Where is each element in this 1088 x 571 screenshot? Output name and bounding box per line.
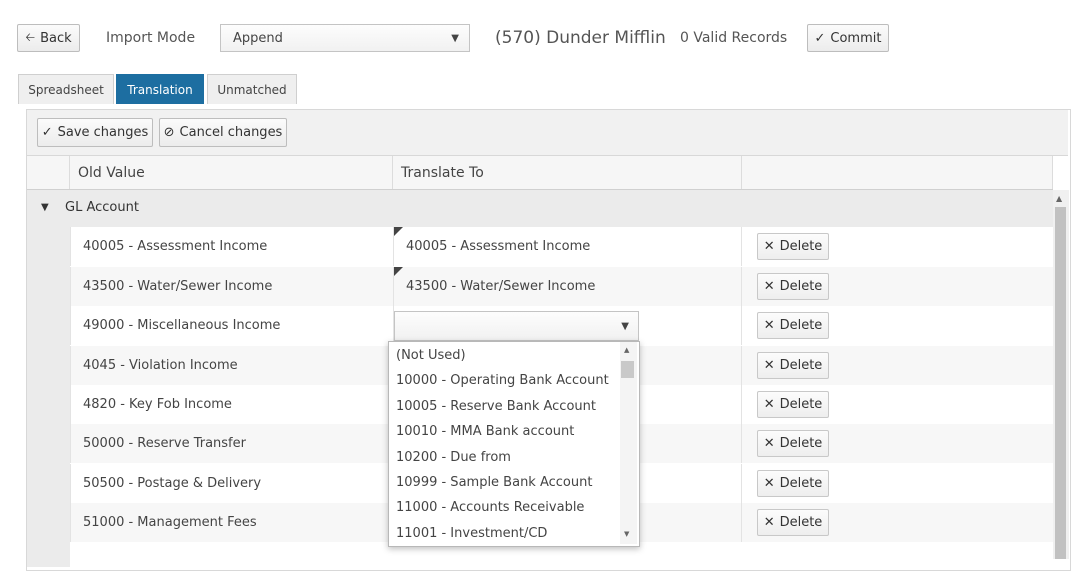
back-button[interactable]: 🡠 Back — [17, 24, 80, 52]
translate-to-header-label: Translate To — [401, 164, 484, 181]
column-header-actions — [742, 156, 1053, 189]
import-mode-select[interactable]: Append ▼ — [220, 24, 470, 52]
action-cell: ✕ Delete — [741, 503, 1053, 542]
action-cell: ✕ Delete — [741, 306, 1053, 345]
x-icon: ✕ — [763, 358, 775, 373]
x-icon: ✕ — [763, 239, 775, 254]
dirty-cell-marker — [394, 267, 403, 276]
commit-button[interactable]: ✓ Commit — [807, 24, 889, 52]
delete-button[interactable]: ✕ Delete — [757, 509, 829, 536]
table-row: 43500 - Water/Sewer Income 43500 - Water… — [70, 267, 1053, 306]
x-icon: ✕ — [763, 515, 775, 530]
delete-label: Delete — [779, 318, 823, 333]
grid-header: Old Value Translate To — [27, 156, 1053, 190]
column-header-old-value[interactable]: Old Value — [70, 156, 393, 189]
delete-button[interactable]: ✕ Delete — [757, 470, 829, 497]
dropdown-option[interactable]: 11000 - Accounts Receivable — [396, 500, 584, 515]
save-changes-label: Save changes — [57, 125, 149, 140]
x-icon: ✕ — [763, 476, 775, 491]
cancel-changes-button[interactable]: ⊘ Cancel changes — [159, 118, 287, 147]
import-mode-value: Append — [233, 30, 283, 46]
table-row: 40005 - Assessment Income 40005 - Assess… — [70, 227, 1053, 266]
action-cell: ✕ Delete — [741, 424, 1053, 463]
header-gutter — [27, 156, 70, 189]
group-gutter — [27, 227, 70, 567]
dropdown-option[interactable]: 10000 - Operating Bank Account — [396, 373, 609, 388]
scroll-down-icon[interactable]: ▼ — [624, 530, 629, 538]
delete-label: Delete — [779, 239, 823, 254]
delete-button[interactable]: ✕ Delete — [757, 352, 829, 379]
chevron-down-icon: ▼ — [451, 33, 459, 44]
old-value-cell: 4045 - Violation Income — [70, 346, 393, 385]
old-value-cell: 4820 - Key Fob Income — [70, 385, 393, 424]
valid-records-count: 0 Valid Records — [680, 30, 788, 46]
column-header-translate-to[interactable]: Translate To — [393, 156, 742, 189]
translate-to-value: 40005 - Assessment Income — [406, 239, 591, 254]
old-value-header-label: Old Value — [78, 164, 145, 181]
delete-button[interactable]: ✕ Delete — [757, 430, 829, 457]
caret-down-icon[interactable]: ▼ — [41, 202, 49, 213]
dirty-cell-marker — [394, 227, 403, 236]
delete-button[interactable]: ✕ Delete — [757, 312, 829, 339]
arrow-left-icon: 🡠 — [25, 29, 36, 44]
chevron-down-icon: ▼ — [621, 321, 629, 332]
group-label: GL Account — [65, 200, 139, 215]
delete-label: Delete — [779, 515, 823, 530]
dropdown-option[interactable]: 11001 - Investment/CD — [396, 526, 547, 541]
dropdown-option[interactable]: (Not Used) — [396, 348, 466, 363]
delete-button[interactable]: ✕ Delete — [757, 391, 829, 418]
translate-to-select[interactable]: ▼ — [394, 311, 639, 341]
group-row-gl-account[interactable]: ▼ GL Account — [27, 190, 1053, 227]
old-value-cell: 43500 - Water/Sewer Income — [70, 267, 393, 306]
delete-button[interactable]: ✕ Delete — [757, 273, 829, 300]
scroll-up-icon[interactable]: ▲ — [1056, 194, 1062, 203]
translate-to-cell[interactable]: 40005 - Assessment Income — [393, 227, 741, 266]
delete-label: Delete — [779, 397, 823, 412]
x-icon: ✕ — [763, 436, 775, 451]
old-value-cell: 49000 - Miscellaneous Income — [70, 306, 393, 345]
commit-button-label: Commit — [830, 30, 882, 46]
cancel-changes-label: Cancel changes — [179, 125, 283, 140]
import-mode-label: Import Mode — [106, 30, 196, 46]
check-icon: ✓ — [41, 125, 53, 140]
dropdown-option[interactable]: 10005 - Reserve Bank Account — [396, 399, 596, 414]
old-value-cell: 40005 - Assessment Income — [70, 227, 393, 266]
translate-to-cell-editing: ▼ — [393, 306, 741, 345]
dropdown-option[interactable]: 10200 - Due from — [396, 450, 511, 465]
table-row: 49000 - Miscellaneous Income ▼ ✕ Delete — [70, 306, 1053, 345]
tab-spreadsheet[interactable]: Spreadsheet — [18, 74, 114, 104]
delete-button[interactable]: ✕ Delete — [757, 233, 829, 260]
delete-label: Delete — [779, 476, 823, 491]
old-value-cell: 50500 - Postage & Delivery — [70, 464, 393, 503]
translate-to-cell[interactable]: 43500 - Water/Sewer Income — [393, 267, 741, 306]
delete-label: Delete — [779, 436, 823, 451]
tab-translation[interactable]: Translation — [116, 74, 204, 104]
translate-to-dropdown-list[interactable]: (Not Used) 10000 - Operating Bank Accoun… — [388, 341, 640, 547]
x-icon: ✕ — [763, 397, 775, 412]
translate-to-value: 43500 - Water/Sewer Income — [406, 279, 596, 294]
tab-unmatched[interactable]: Unmatched — [207, 74, 297, 104]
dropdown-option[interactable]: 10999 - Sample Bank Account — [396, 475, 592, 490]
action-cell: ✕ Delete — [741, 346, 1053, 385]
action-cell: ✕ Delete — [741, 227, 1053, 266]
scroll-up-icon[interactable]: ▲ — [624, 346, 629, 354]
x-icon: ✕ — [763, 279, 775, 294]
old-value-cell: 51000 - Management Fees — [70, 503, 393, 542]
dropdown-option[interactable]: 10010 - MMA Bank account — [396, 424, 574, 439]
grid-scrollbar-thumb[interactable] — [1055, 207, 1066, 559]
company-name: (570) Dunder Mifflin — [495, 28, 666, 48]
back-button-label: Back — [40, 30, 72, 46]
x-icon: ✕ — [763, 318, 775, 333]
delete-label: Delete — [779, 279, 823, 294]
save-changes-button[interactable]: ✓ Save changes — [37, 118, 153, 147]
check-icon: ✓ — [814, 30, 826, 46]
action-cell: ✕ Delete — [741, 464, 1053, 503]
action-cell: ✕ Delete — [741, 267, 1053, 306]
ban-icon: ⊘ — [163, 125, 175, 140]
dropdown-scrollbar-thumb[interactable] — [621, 361, 634, 378]
delete-label: Delete — [779, 358, 823, 373]
action-cell: ✕ Delete — [741, 385, 1053, 424]
old-value-cell: 50000 - Reserve Transfer — [70, 424, 393, 463]
